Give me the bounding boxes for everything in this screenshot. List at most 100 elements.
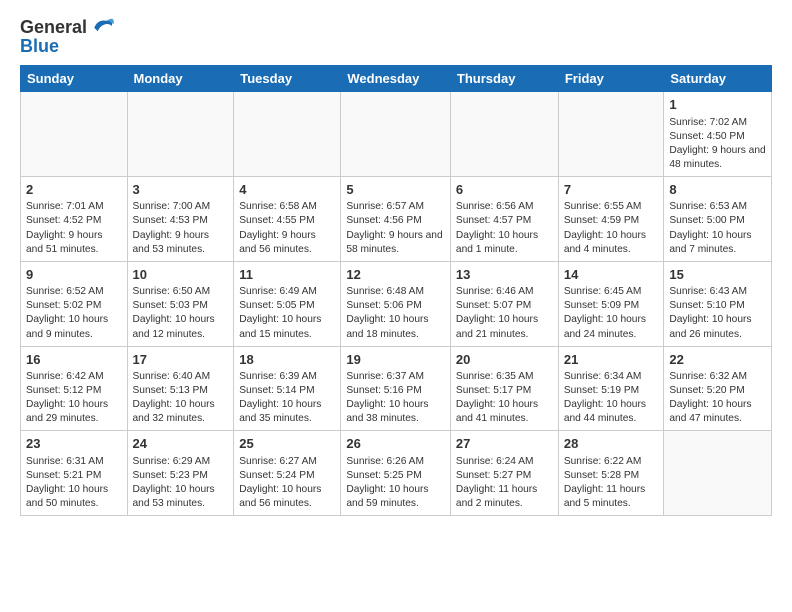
calendar-week-row: 2Sunrise: 7:01 AM Sunset: 4:52 PM Daylig… [21, 176, 772, 261]
calendar-cell: 4Sunrise: 6:58 AM Sunset: 4:55 PM Daylig… [234, 176, 341, 261]
day-info: Sunrise: 6:22 AM Sunset: 5:28 PM Dayligh… [564, 455, 659, 511]
day-info: Sunrise: 6:45 AM Sunset: 5:09 PM Dayligh… [564, 285, 659, 341]
day-info: Sunrise: 6:27 AM Sunset: 5:24 PM Dayligh… [239, 455, 335, 511]
day-number: 1 [669, 96, 766, 114]
calendar-cell: 3Sunrise: 7:00 AM Sunset: 4:53 PM Daylig… [127, 176, 234, 261]
col-header-sunday: Sunday [21, 66, 128, 92]
day-number: 16 [26, 351, 122, 369]
day-number: 13 [456, 266, 553, 284]
day-info: Sunrise: 6:43 AM Sunset: 5:10 PM Dayligh… [669, 285, 766, 341]
day-number: 6 [456, 181, 553, 199]
day-info: Sunrise: 7:01 AM Sunset: 4:52 PM Dayligh… [26, 200, 122, 256]
day-number: 10 [133, 266, 229, 284]
day-number: 18 [239, 351, 335, 369]
day-number: 8 [669, 181, 766, 199]
day-number: 24 [133, 435, 229, 453]
calendar-cell: 15Sunrise: 6:43 AM Sunset: 5:10 PM Dayli… [664, 261, 772, 346]
calendar-cell [234, 92, 341, 177]
calendar-cell: 17Sunrise: 6:40 AM Sunset: 5:13 PM Dayli… [127, 346, 234, 431]
day-info: Sunrise: 6:26 AM Sunset: 5:25 PM Dayligh… [346, 455, 445, 511]
day-info: Sunrise: 6:37 AM Sunset: 5:16 PM Dayligh… [346, 370, 445, 426]
day-info: Sunrise: 6:24 AM Sunset: 5:27 PM Dayligh… [456, 455, 553, 511]
day-info: Sunrise: 7:00 AM Sunset: 4:53 PM Dayligh… [133, 200, 229, 256]
day-number: 22 [669, 351, 766, 369]
logo-text: General [20, 18, 87, 38]
calendar-cell: 1 Sunrise: 7:02 AM Sunset: 4:50 PM Daylig… [664, 92, 772, 177]
col-header-tuesday: Tuesday [234, 66, 341, 92]
day-info: Sunrise: 6:31 AM Sunset: 5:21 PM Dayligh… [26, 455, 122, 511]
calendar-cell [558, 92, 664, 177]
day-info: Sunrise: 6:46 AM Sunset: 5:07 PM Dayligh… [456, 285, 553, 341]
calendar-cell: 9Sunrise: 6:52 AM Sunset: 5:02 PM Daylig… [21, 261, 128, 346]
day-info: Sunrise: 6:40 AM Sunset: 5:13 PM Dayligh… [133, 370, 229, 426]
calendar-cell: 7Sunrise: 6:55 AM Sunset: 4:59 PM Daylig… [558, 176, 664, 261]
col-header-monday: Monday [127, 66, 234, 92]
calendar-cell: 16Sunrise: 6:42 AM Sunset: 5:12 PM Dayli… [21, 346, 128, 431]
calendar-week-row: 9Sunrise: 6:52 AM Sunset: 5:02 PM Daylig… [21, 261, 772, 346]
day-info: Sunrise: 6:42 AM Sunset: 5:12 PM Dayligh… [26, 370, 122, 426]
day-number: 9 [26, 266, 122, 284]
calendar-cell: 19Sunrise: 6:37 AM Sunset: 5:16 PM Dayli… [341, 346, 451, 431]
day-number: 26 [346, 435, 445, 453]
calendar-cell [664, 431, 772, 516]
day-number: 17 [133, 351, 229, 369]
calendar-cell: 10Sunrise: 6:50 AM Sunset: 5:03 PM Dayli… [127, 261, 234, 346]
day-info: Sunrise: 6:48 AM Sunset: 5:06 PM Dayligh… [346, 285, 445, 341]
day-info: Sunrise: 6:58 AM Sunset: 4:55 PM Dayligh… [239, 200, 335, 256]
day-number: 14 [564, 266, 659, 284]
calendar-table: SundayMondayTuesdayWednesdayThursdayFrid… [20, 65, 772, 516]
calendar-week-row: 16Sunrise: 6:42 AM Sunset: 5:12 PM Dayli… [21, 346, 772, 431]
day-number: 19 [346, 351, 445, 369]
day-info: Sunrise: 6:50 AM Sunset: 5:03 PM Dayligh… [133, 285, 229, 341]
day-info: Sunrise: 6:29 AM Sunset: 5:23 PM Dayligh… [133, 455, 229, 511]
day-number: 21 [564, 351, 659, 369]
calendar-cell: 23 Sunrise: 6:31 AM Sunset: 5:21 PM Dayli… [21, 431, 128, 516]
col-header-thursday: Thursday [450, 66, 558, 92]
calendar-cell: 27 Sunrise: 6:24 AM Sunset: 5:27 PM Dayli… [450, 431, 558, 516]
calendar-cell: 21Sunrise: 6:34 AM Sunset: 5:19 PM Dayli… [558, 346, 664, 431]
day-info: Sunrise: 6:57 AM Sunset: 4:56 PM Dayligh… [346, 200, 445, 256]
col-header-saturday: Saturday [664, 66, 772, 92]
day-number: 12 [346, 266, 445, 284]
calendar-cell: 26 Sunrise: 6:26 AM Sunset: 5:25 PM Dayli… [341, 431, 451, 516]
col-header-friday: Friday [558, 66, 664, 92]
day-number: 5 [346, 181, 445, 199]
calendar-cell: 13Sunrise: 6:46 AM Sunset: 5:07 PM Dayli… [450, 261, 558, 346]
calendar-cell: 24 Sunrise: 6:29 AM Sunset: 5:23 PM Dayli… [127, 431, 234, 516]
header: General Blue [20, 16, 772, 57]
col-header-wednesday: Wednesday [341, 66, 451, 92]
calendar-cell: 25 Sunrise: 6:27 AM Sunset: 5:24 PM Dayli… [234, 431, 341, 516]
calendar-week-row: 23 Sunrise: 6:31 AM Sunset: 5:21 PM Dayli… [21, 431, 772, 516]
day-number: 3 [133, 181, 229, 199]
day-info: Sunrise: 6:34 AM Sunset: 5:19 PM Dayligh… [564, 370, 659, 426]
calendar-cell: 11Sunrise: 6:49 AM Sunset: 5:05 PM Dayli… [234, 261, 341, 346]
day-info: Sunrise: 6:52 AM Sunset: 5:02 PM Dayligh… [26, 285, 122, 341]
calendar-cell: 2Sunrise: 7:01 AM Sunset: 4:52 PM Daylig… [21, 176, 128, 261]
calendar-cell: 8Sunrise: 6:53 AM Sunset: 5:00 PM Daylig… [664, 176, 772, 261]
day-number: 2 [26, 181, 122, 199]
calendar-cell: 14Sunrise: 6:45 AM Sunset: 5:09 PM Dayli… [558, 261, 664, 346]
day-number: 23 [26, 435, 122, 453]
day-info: Sunrise: 7:02 AM Sunset: 4:50 PM Dayligh… [669, 116, 766, 172]
day-info: Sunrise: 6:53 AM Sunset: 5:00 PM Dayligh… [669, 200, 766, 256]
day-number: 27 [456, 435, 553, 453]
day-number: 7 [564, 181, 659, 199]
day-info: Sunrise: 6:49 AM Sunset: 5:05 PM Dayligh… [239, 285, 335, 341]
calendar-cell: 22Sunrise: 6:32 AM Sunset: 5:20 PM Dayli… [664, 346, 772, 431]
calendar-cell [127, 92, 234, 177]
calendar-week-row: 1 Sunrise: 7:02 AM Sunset: 4:50 PM Daylig… [21, 92, 772, 177]
day-number: 28 [564, 435, 659, 453]
calendar-header-row: SundayMondayTuesdayWednesdayThursdayFrid… [21, 66, 772, 92]
day-info: Sunrise: 6:35 AM Sunset: 5:17 PM Dayligh… [456, 370, 553, 426]
day-number: 25 [239, 435, 335, 453]
day-info: Sunrise: 6:56 AM Sunset: 4:57 PM Dayligh… [456, 200, 553, 256]
day-number: 15 [669, 266, 766, 284]
day-info: Sunrise: 6:55 AM Sunset: 4:59 PM Dayligh… [564, 200, 659, 256]
calendar-cell: 6Sunrise: 6:56 AM Sunset: 4:57 PM Daylig… [450, 176, 558, 261]
page: General Blue SundayMondayTuesdayWednesda… [0, 0, 792, 532]
calendar-cell [21, 92, 128, 177]
calendar-cell: 18Sunrise: 6:39 AM Sunset: 5:14 PM Dayli… [234, 346, 341, 431]
calendar-cell: 28 Sunrise: 6:22 AM Sunset: 5:28 PM Dayli… [558, 431, 664, 516]
calendar-cell: 12Sunrise: 6:48 AM Sunset: 5:06 PM Dayli… [341, 261, 451, 346]
day-number: 20 [456, 351, 553, 369]
